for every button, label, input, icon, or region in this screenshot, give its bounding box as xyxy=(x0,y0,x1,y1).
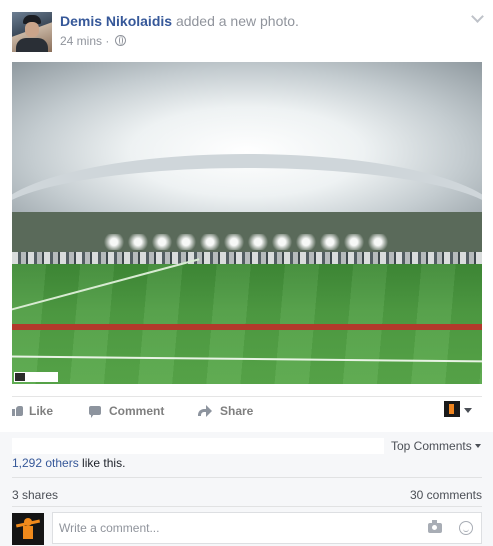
share-button[interactable]: Share xyxy=(198,404,253,418)
post-photo[interactable] xyxy=(12,62,482,384)
comments-count-link[interactable]: 30 comments xyxy=(410,488,482,502)
avatar-figure-head xyxy=(24,518,32,526)
share-label: Share xyxy=(220,404,254,418)
ufi-feedback: Top Comments 1,292 others like this. 3 s… xyxy=(0,432,493,546)
divider xyxy=(12,477,482,478)
comment-icon xyxy=(89,406,101,418)
feed-story: Demis Nikolaidis added a new photo. 24 m… xyxy=(0,0,493,546)
camera-icon[interactable] xyxy=(428,520,442,533)
top-comments-label: Top Comments xyxy=(391,439,472,453)
likes-count-link[interactable]: 1,292 others xyxy=(12,456,79,470)
top-comments-selector[interactable]: Top Comments xyxy=(391,439,481,453)
shares-link[interactable]: 3 shares xyxy=(12,488,58,502)
likes-suffix: like this. xyxy=(78,456,126,470)
like-button[interactable]: Like xyxy=(12,404,53,418)
post-as-avatar[interactable] xyxy=(444,401,460,417)
avatar-face xyxy=(25,22,39,37)
share-icon xyxy=(198,405,212,417)
commenter-avatar xyxy=(12,513,44,545)
timestamp-link[interactable]: 24 mins xyxy=(60,34,102,48)
avatar-shirt xyxy=(16,38,48,52)
story-action-text: added a new photo. xyxy=(175,13,299,29)
emoji-icon[interactable] xyxy=(459,521,473,535)
chevron-down-icon[interactable] xyxy=(471,11,485,25)
divider xyxy=(12,396,482,397)
story-meta: 24 mins · xyxy=(60,34,126,48)
avatar-figure-body xyxy=(23,526,33,539)
globe-icon[interactable] xyxy=(114,35,126,46)
caret-down-icon xyxy=(474,444,481,448)
floodlights xyxy=(102,234,392,250)
action-bar: Like Comment Share xyxy=(12,398,482,426)
divider xyxy=(12,506,482,507)
author-name-link[interactable]: Demis Nikolaidis xyxy=(60,13,172,29)
comment-button[interactable]: Comment xyxy=(89,404,164,418)
thumbs-up-icon xyxy=(12,405,23,416)
advertising-boards xyxy=(12,324,482,330)
caret-down-icon[interactable] xyxy=(464,408,472,413)
like-label: Like xyxy=(29,404,54,418)
story-headline: Demis Nikolaidis added a new photo. xyxy=(60,13,299,29)
likes-sentence: 1,292 others like this. xyxy=(12,456,125,470)
comment-input[interactable] xyxy=(59,513,399,543)
comment-label: Comment xyxy=(109,404,165,418)
reactions-bar xyxy=(12,438,384,454)
meta-separator: · xyxy=(105,34,110,48)
comment-composer[interactable] xyxy=(52,512,482,544)
photo-watermark xyxy=(14,372,58,382)
author-avatar[interactable] xyxy=(12,12,52,52)
